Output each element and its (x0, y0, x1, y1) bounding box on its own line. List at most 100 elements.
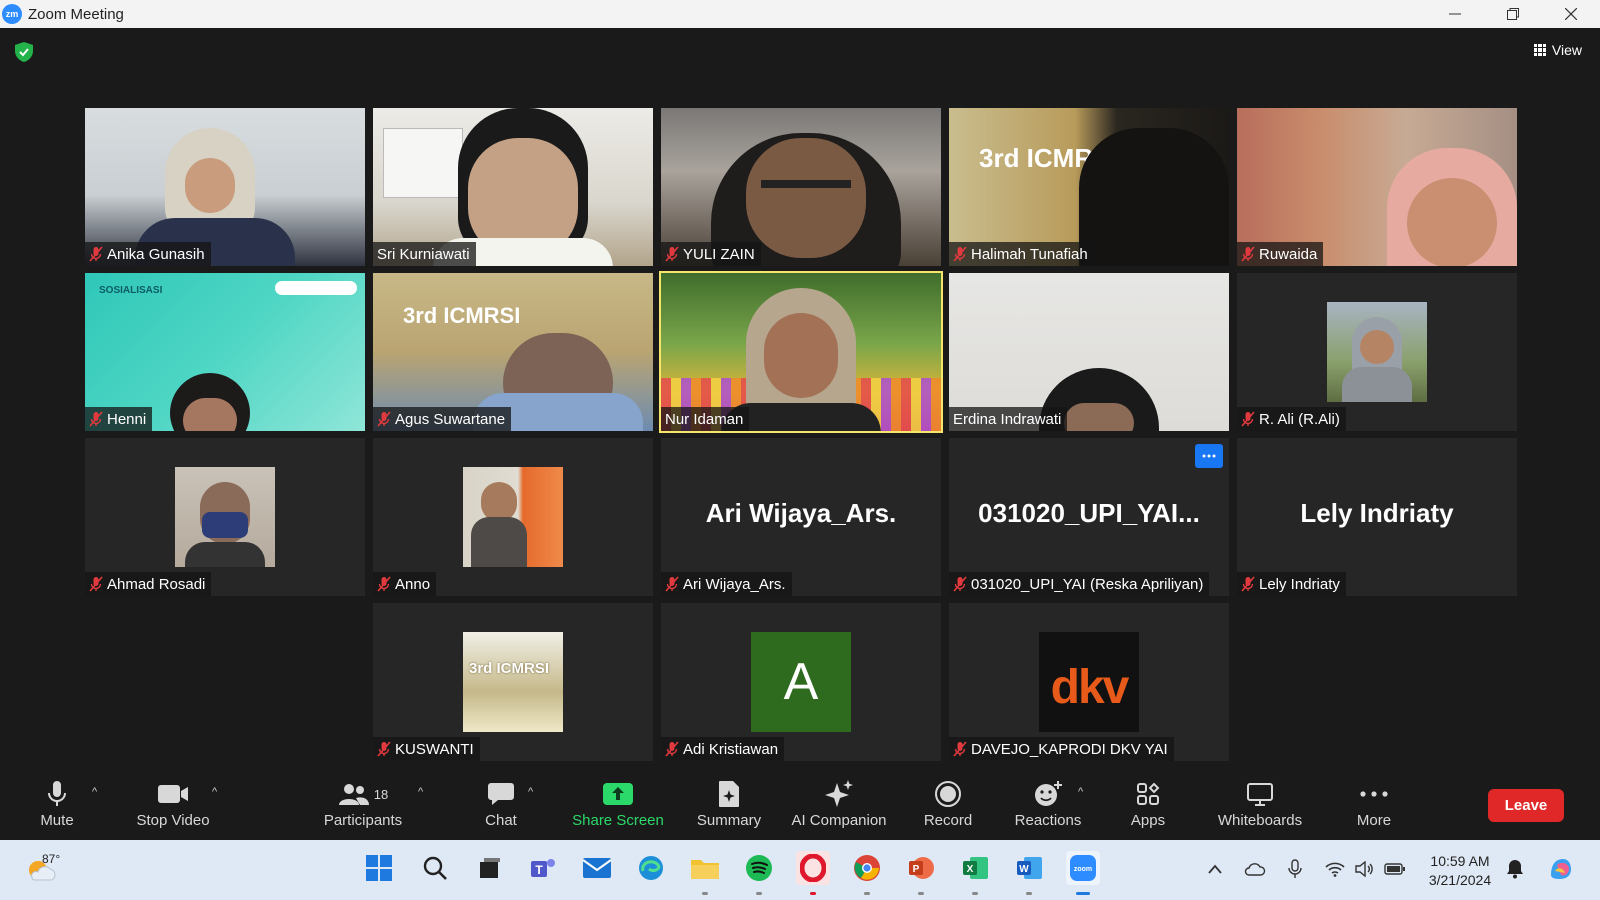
powerpoint-app[interactable]: P (904, 851, 938, 885)
file-explorer-app[interactable] (688, 851, 722, 885)
bell-icon (1507, 860, 1523, 879)
reactions-button[interactable]: Reactions (1012, 778, 1084, 829)
participant-name: Ari Wijaya_Ars. (683, 575, 786, 593)
video-tile[interactable]: R. Ali (R.Ali) (1237, 273, 1517, 431)
notifications-button[interactable] (1504, 858, 1526, 880)
more-button[interactable]: More (1350, 778, 1398, 829)
video-tile[interactable]: Anika Gunasih (85, 108, 365, 266)
mic-muted-icon (1241, 576, 1255, 592)
mute-options-caret[interactable]: ^ (92, 786, 97, 798)
dkv-logo-text: dkv (1050, 661, 1130, 714)
video-tile[interactable]: Anno (373, 438, 653, 596)
whiteboard-icon (1247, 783, 1273, 806)
security-shield-icon[interactable] (15, 42, 33, 62)
participant-nametag: Erdina Indrawati (949, 407, 1068, 431)
video-options-caret[interactable]: ^ (212, 786, 217, 798)
participants-options-caret[interactable]: ^ (418, 786, 423, 798)
apps-label: Apps (1130, 812, 1166, 829)
video-tile[interactable]: dkv DAVEJO_KAPRODI DKV YAI (949, 603, 1229, 761)
participants-count: 18 (373, 786, 389, 802)
battery-tray[interactable] (1384, 858, 1406, 880)
task-view-button[interactable] (472, 851, 506, 885)
participant-nametag: Lely Indriaty (1237, 572, 1346, 596)
view-label: View (1551, 42, 1582, 58)
participant-name: Sri Kurniawati (377, 245, 470, 263)
participant-nametag: DAVEJO_KAPRODI DKV YAI (949, 737, 1174, 761)
close-button[interactable] (1542, 0, 1600, 28)
banner-text: SOSIALISASI (99, 285, 163, 296)
share-screen-icon (603, 783, 633, 805)
mic-muted-icon (665, 741, 679, 757)
microphone-tray[interactable] (1284, 858, 1306, 880)
copilot-button[interactable] (1546, 854, 1576, 884)
share-screen-label: Share Screen (572, 812, 664, 829)
mute-button[interactable]: Mute (30, 778, 84, 829)
cloud-icon (1244, 863, 1266, 876)
video-tile[interactable]: Ari Wijaya_Ars. Ari Wijaya_Ars. (661, 438, 941, 596)
edge-browser-app[interactable] (634, 851, 668, 885)
video-tile[interactable]: YULI ZAIN (661, 108, 941, 266)
mic-muted-icon (377, 741, 391, 757)
wifi-tray[interactable] (1324, 858, 1346, 880)
video-tile[interactable]: 3rd ICMRSI Agus Suwartane (373, 273, 653, 431)
ai-companion-button[interactable]: AI Companion (786, 778, 892, 829)
video-tile[interactable]: 3rd ICMRSI Halimah Tunafiah (949, 108, 1229, 266)
video-tile[interactable]: Sri Kurniawati (373, 108, 653, 266)
video-tile[interactable]: Ahmad Rosadi (85, 438, 365, 596)
whiteboards-button[interactable]: Whiteboards (1212, 778, 1308, 829)
restore-button[interactable] (1484, 0, 1542, 28)
participant-avatar (463, 467, 563, 567)
share-screen-button[interactable]: Share Screen (570, 778, 666, 829)
participant-name: Nur Idaman (665, 410, 744, 428)
video-tile-active-speaker[interactable]: Nur Idaman (659, 271, 943, 433)
reactions-options-caret[interactable]: ^ (1078, 786, 1083, 798)
show-hidden-icons-button[interactable] (1204, 858, 1226, 880)
chat-button[interactable]: Chat (476, 778, 526, 829)
mic-muted-icon (1241, 411, 1255, 427)
system-clock[interactable]: 10:59 AM 3/21/2024 (1420, 852, 1500, 890)
excel-app[interactable]: X (958, 851, 992, 885)
spotify-app[interactable] (742, 851, 776, 885)
teams-app[interactable]: T (526, 851, 560, 885)
video-tile[interactable]: 031020_UPI_YAI... 031020_UPI_YAI (Reska … (949, 438, 1229, 596)
summary-button[interactable]: Summary (694, 778, 764, 829)
volume-tray[interactable] (1354, 858, 1376, 880)
leave-button[interactable]: Leave (1488, 789, 1564, 822)
stop-video-button[interactable]: Stop Video (130, 778, 216, 829)
apps-button[interactable]: Apps (1124, 778, 1172, 829)
chat-options-caret[interactable]: ^ (528, 786, 533, 798)
svg-text:P: P (913, 864, 920, 875)
search-taskbar-button[interactable] (418, 851, 452, 885)
participants-button[interactable]: 18 Participants (318, 778, 408, 829)
opera-browser-app[interactable] (796, 851, 830, 885)
copilot-icon (1551, 859, 1571, 879)
clock-time: 10:59 AM (1430, 853, 1490, 869)
video-tile[interactable]: SOSIALISASI Henni (85, 273, 365, 431)
zoom-app[interactable]: zoom (1066, 851, 1100, 885)
video-tile[interactable]: Erdina Indrawati (949, 273, 1229, 431)
wifi-icon (1325, 862, 1345, 877)
participant-nametag: Anika Gunasih (85, 242, 211, 266)
mail-app[interactable] (580, 851, 614, 885)
chrome-icon (854, 855, 880, 881)
banner-text: 3rd ICMRSI (403, 303, 521, 328)
video-tile[interactable]: Lely Indriaty Lely Indriaty (1237, 438, 1517, 596)
record-button[interactable]: Record (920, 778, 976, 829)
search-icon (423, 856, 447, 880)
participant-nametag: Ahmad Rosadi (85, 572, 212, 596)
stop-video-label: Stop Video (136, 812, 210, 829)
ai-companion-label: AI Companion (791, 812, 887, 829)
video-tile[interactable]: 3rd ICMRSI KUSWANTI (373, 603, 653, 761)
video-tile[interactable]: A Adi Kristiawan (661, 603, 941, 761)
view-button[interactable]: View (1533, 42, 1582, 58)
word-app[interactable]: W (1012, 851, 1046, 885)
participant-name: KUSWANTI (395, 740, 474, 758)
start-button[interactable] (362, 851, 396, 885)
video-tile[interactable]: Ruwaida (1237, 108, 1517, 266)
onedrive-tray[interactable] (1244, 858, 1266, 880)
window-titlebar: zm Zoom Meeting (0, 0, 1600, 28)
chrome-browser-app[interactable] (850, 851, 884, 885)
minimize-button[interactable] (1426, 0, 1484, 28)
participant-nametag: Ruwaida (1237, 242, 1324, 266)
tile-more-options-button[interactable] (1195, 444, 1223, 468)
